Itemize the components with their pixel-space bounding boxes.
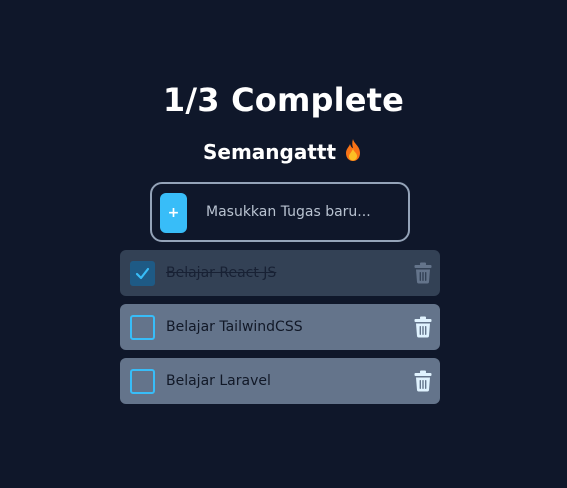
task-item: Belajar TailwindCSS <box>120 304 440 350</box>
subtitle: Semangattt <box>0 138 567 169</box>
subtitle-text: Semangattt <box>202 140 337 164</box>
task-checkbox[interactable] <box>130 369 155 394</box>
task-label: Belajar TailwindCSS <box>166 319 303 335</box>
check-icon <box>135 267 150 280</box>
delete-task-button[interactable] <box>414 316 432 338</box>
add-task-button[interactable]: + <box>160 193 187 233</box>
fire-icon <box>342 138 364 169</box>
delete-task-button[interactable] <box>414 370 432 392</box>
add-task-form: + <box>150 182 410 242</box>
task-checkbox[interactable] <box>130 315 155 340</box>
task-checkbox[interactable] <box>130 261 155 286</box>
delete-task-button[interactable] <box>414 262 432 284</box>
task-input[interactable] <box>206 198 396 226</box>
task-label: Belajar Laravel <box>166 373 271 389</box>
task-item: Belajar Laravel <box>120 358 440 404</box>
trash-icon <box>414 370 432 392</box>
progress-title: 1/3 Complete <box>162 81 405 119</box>
trash-icon <box>414 262 432 284</box>
trash-icon <box>414 316 432 338</box>
todo-app: 1/3 Complete Semangattt + Belajar React … <box>0 0 567 488</box>
task-item: Belajar React JS <box>120 250 440 296</box>
task-label: Belajar React JS <box>166 265 277 281</box>
